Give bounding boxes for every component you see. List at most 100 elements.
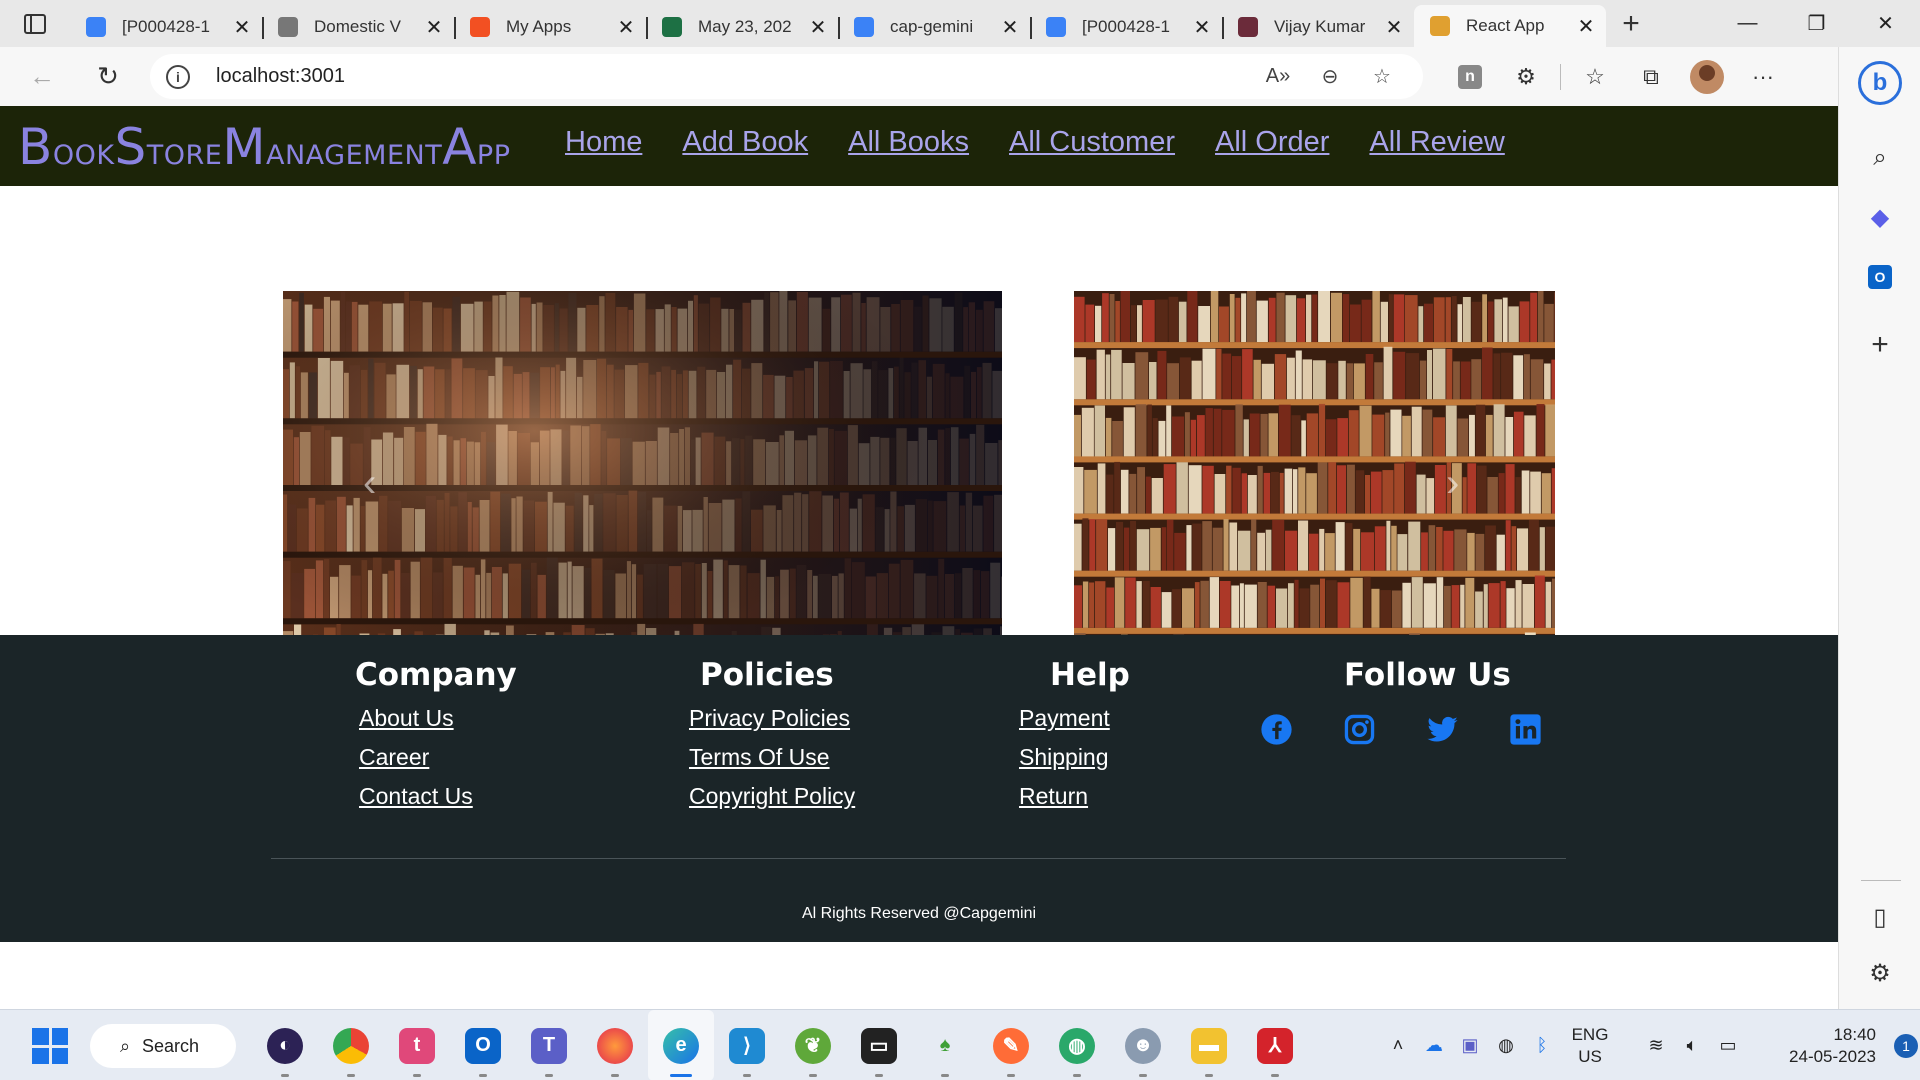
book-spine	[1108, 528, 1116, 571]
wifi-icon[interactable]: ≋	[1638, 1010, 1674, 1080]
browser-tab[interactable]: Vijay Kumar ✕	[1222, 7, 1414, 47]
footer-link-about-us[interactable]: About Us	[359, 705, 517, 732]
taskbar-teams-t[interactable]: t	[384, 1010, 450, 1080]
bing-chat-button[interactable]: b	[1839, 53, 1920, 113]
carousel-next-button[interactable]: ›	[1446, 461, 1459, 506]
browser-tab[interactable]: React App ✕	[1414, 5, 1606, 47]
nav-link-add-book[interactable]: Add Book	[682, 126, 808, 159]
taskbar-file-explorer[interactable]: ▬	[1176, 1010, 1242, 1080]
add-favorite-icon[interactable]: ☆	[1365, 60, 1399, 94]
minimize-button[interactable]: —	[1713, 0, 1782, 47]
back-button[interactable]: ←	[12, 50, 72, 102]
book-spine	[1149, 362, 1157, 400]
taskbar-postman[interactable]: ✎	[978, 1010, 1044, 1080]
book-spine	[1493, 353, 1501, 400]
taskbar-chrome[interactable]	[318, 1010, 384, 1080]
sidebar-outlook-icon[interactable]: O	[1839, 255, 1920, 299]
linkedin-icon[interactable]	[1509, 713, 1542, 746]
nav-link-all-customer[interactable]: All Customer	[1009, 126, 1175, 159]
browser-tab[interactable]: cap-gemini ✕	[838, 7, 1030, 47]
tab-close-icon[interactable]: ✕	[808, 15, 828, 40]
taskbar-terminal[interactable]: ▭	[846, 1010, 912, 1080]
sidebar-settings-icon[interactable]: ⚙	[1839, 951, 1920, 995]
tab-close-icon[interactable]: ✕	[424, 15, 444, 40]
battery-icon[interactable]: ▭	[1710, 1010, 1746, 1080]
footer-link-return[interactable]: Return	[1019, 783, 1130, 810]
footer-link-copyright-policy[interactable]: Copyright Policy	[689, 783, 855, 810]
browser-tab[interactable]: My Apps ✕	[454, 7, 646, 47]
carousel-prev-button[interactable]: ‹	[363, 461, 376, 506]
footer-link-career[interactable]: Career	[359, 744, 517, 771]
taskbar-acrobat[interactable]: ⅄	[1242, 1010, 1308, 1080]
browser-tab[interactable]: [P000428-1 ✕	[70, 7, 262, 47]
tab-actions-button[interactable]	[0, 0, 70, 47]
taskbar-teams[interactable]: T	[516, 1010, 582, 1080]
footer-link-terms-of-use[interactable]: Terms Of Use	[689, 744, 855, 771]
footer-link-privacy-policies[interactable]: Privacy Policies	[689, 705, 855, 732]
nav-link-home[interactable]: Home	[565, 126, 642, 159]
site-info-button[interactable]: i	[150, 64, 206, 89]
footer-link-shipping[interactable]: Shipping	[1019, 744, 1130, 771]
tab-close-icon[interactable]: ✕	[616, 15, 636, 40]
read-aloud-icon[interactable]: A»	[1261, 60, 1295, 94]
taskbar-eclipse[interactable]: ◐	[252, 1010, 318, 1080]
zoom-out-icon[interactable]: ⊖	[1313, 60, 1347, 94]
notion-extension-icon[interactable]: n	[1442, 51, 1498, 103]
more-menu-icon[interactable]: ···	[1735, 51, 1791, 103]
browser-tab[interactable]: [P000428-1 ✕	[1030, 7, 1222, 47]
tab-close-icon[interactable]: ✕	[1576, 14, 1596, 39]
taskbar-search[interactable]: ⌕ Search	[90, 1024, 236, 1068]
input-language[interactable]: ENG US	[1560, 1024, 1620, 1068]
taskbar-globe-app[interactable]: ◍	[1044, 1010, 1110, 1080]
book-spine	[1219, 306, 1229, 343]
taskbar-clock[interactable]: 18:40 24-05-2023	[1766, 1024, 1876, 1068]
facebook-icon[interactable]	[1260, 713, 1293, 746]
address-bar[interactable]: i localhost:3001 A» ⊖ ☆	[150, 54, 1423, 99]
favorites-icon[interactable]: ☆	[1567, 51, 1623, 103]
taskbar-spring[interactable]: ❦	[780, 1010, 846, 1080]
refresh-button[interactable]: ↻	[78, 50, 138, 102]
bluetooth-icon[interactable]: ᛒ	[1524, 1010, 1560, 1080]
taskbar-edge[interactable]: e	[648, 1010, 714, 1080]
taskbar-dbeaver[interactable]: ☻	[1110, 1010, 1176, 1080]
sidebar-panel-toggle-icon[interactable]: ▯	[1839, 895, 1920, 939]
browser-tab[interactable]: Domestic V ✕	[262, 7, 454, 47]
book-spine	[1276, 588, 1288, 628]
taskbar-firefox[interactable]	[582, 1010, 648, 1080]
footer-link-contact-us[interactable]: Contact Us	[359, 783, 517, 810]
vpn-globe-icon[interactable]: ◍	[1488, 1010, 1524, 1080]
collections-icon[interactable]: ⧉	[1623, 51, 1679, 103]
sidebar-search-icon[interactable]: ⌕	[1839, 136, 1920, 180]
tab-close-icon[interactable]: ✕	[1384, 15, 1404, 40]
tab-close-icon[interactable]: ✕	[1000, 15, 1020, 40]
site-brand[interactable]: BOOKSTOREMANAGEMENTAPP	[18, 118, 511, 176]
start-button[interactable]	[32, 1028, 68, 1064]
new-tab-button[interactable]: +	[1606, 4, 1656, 44]
notification-badge[interactable]: 1	[1894, 1033, 1918, 1058]
taskbar-outlook[interactable]: O	[450, 1010, 516, 1080]
sidebar-add-icon[interactable]: +	[1839, 323, 1920, 367]
nav-link-all-books[interactable]: All Books	[848, 126, 969, 159]
tab-close-icon[interactable]: ✕	[232, 15, 252, 40]
running-indicator	[1139, 1074, 1147, 1077]
browser-tab[interactable]: May 23, 202 ✕	[646, 7, 838, 47]
profile-button[interactable]	[1679, 51, 1735, 103]
restore-button[interactable]: ❐	[1782, 0, 1851, 47]
taskbar-mongodb[interactable]: ♠	[912, 1010, 978, 1080]
twitter-icon[interactable]	[1426, 713, 1459, 746]
taskbar-vscode[interactable]: ⟩	[714, 1010, 780, 1080]
onedrive-icon[interactable]: ☁	[1416, 1010, 1452, 1080]
teams-tray-icon[interactable]: ▣	[1452, 1010, 1488, 1080]
address-url[interactable]: localhost:3001	[216, 65, 345, 88]
sidebar-copilot-icon[interactable]: ◆	[1839, 195, 1920, 239]
extensions-icon[interactable]: ⚙	[1498, 51, 1554, 103]
show-hidden-icons-chevron-icon[interactable]: ˄	[1380, 1010, 1416, 1080]
nav-link-all-order[interactable]: All Order	[1215, 126, 1329, 159]
close-window-button[interactable]: ✕	[1851, 0, 1920, 47]
footer-link-payment[interactable]: Payment	[1019, 705, 1130, 732]
tab-close-icon[interactable]: ✕	[1192, 15, 1212, 40]
book-spine	[1336, 465, 1346, 514]
nav-link-all-review[interactable]: All Review	[1369, 126, 1504, 159]
instagram-icon[interactable]	[1343, 713, 1376, 746]
volume-icon[interactable]: 🔈︎	[1674, 1010, 1710, 1080]
